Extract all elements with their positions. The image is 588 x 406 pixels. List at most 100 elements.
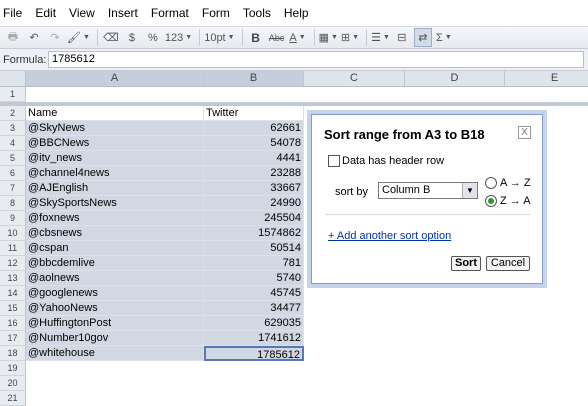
print-icon[interactable]: 🖶	[4, 28, 22, 47]
row-header[interactable]: 13	[0, 271, 26, 286]
cell-name[interactable]: @AJEnglish	[26, 181, 204, 196]
row-header[interactable]: 1	[0, 87, 26, 102]
header-cell-twitter[interactable]: Twitter	[204, 106, 304, 121]
checkbox-icon[interactable]	[328, 155, 340, 167]
row-header[interactable]: 14	[0, 286, 26, 301]
cell-name[interactable]: @bbcdemlive	[26, 256, 204, 271]
row-header[interactable]: 16	[0, 316, 26, 331]
currency-button[interactable]: $	[123, 28, 141, 47]
cell-name[interactable]: @channel4news	[26, 166, 204, 181]
font-size-button[interactable]: 10pt ▼	[204, 28, 234, 47]
row-header[interactable]: 5	[0, 151, 26, 166]
percent-button[interactable]: %	[144, 28, 162, 47]
clear-format-icon[interactable]: ⌫	[102, 28, 120, 47]
menu-tools[interactable]: Tools	[243, 6, 271, 20]
cell-twitter[interactable]: 5740	[204, 271, 304, 286]
cell-twitter[interactable]: 54078	[204, 136, 304, 151]
cell-name[interactable]: @SkyNews	[26, 121, 204, 136]
sort-descending-radio[interactable]: Z → A	[485, 195, 531, 207]
row-header[interactable]: 2	[0, 106, 26, 121]
column-header-a[interactable]: A	[26, 71, 204, 87]
grid-corner[interactable]	[0, 71, 26, 87]
cell-name[interactable]: @cbsnews	[26, 226, 204, 241]
cell-name[interactable]: @BBCNews	[26, 136, 204, 151]
column-header-e[interactable]: E	[505, 71, 588, 87]
column-header-b[interactable]: B	[204, 71, 304, 87]
wrap-text-icon[interactable]: ⇄	[413, 28, 432, 47]
align-icon[interactable]: ☰ ▼	[371, 28, 390, 47]
cell-name[interactable]: @googlenews	[26, 286, 204, 301]
header-row-checkbox[interactable]: Data has header row	[328, 155, 444, 167]
background-color-icon[interactable]: ▦ ▼	[319, 28, 338, 47]
add-sort-option-link[interactable]: + Add another sort option	[328, 230, 451, 242]
text-color-button[interactable]: A ▼	[289, 28, 307, 47]
strikethrough-button[interactable]: Abc	[268, 28, 286, 47]
cell-twitter[interactable]: 23288	[204, 166, 304, 181]
cell-name[interactable]: @whitehouse	[26, 346, 204, 361]
row-header[interactable]: 20	[0, 376, 26, 391]
menu-file[interactable]: File	[3, 6, 22, 20]
header-cell-name[interactable]: Name	[26, 106, 204, 121]
row-header[interactable]: 8	[0, 196, 26, 211]
cell-name[interactable]: @aolnews	[26, 271, 204, 286]
paint-format-icon[interactable]: 🖌 ▼	[67, 28, 90, 47]
menu-form[interactable]: Form	[202, 6, 230, 20]
row-header[interactable]: 3	[0, 121, 26, 136]
row-header[interactable]: 17	[0, 331, 26, 346]
column-header-d[interactable]: D	[405, 71, 505, 87]
row-header[interactable]: 19	[0, 361, 26, 376]
menu-format[interactable]: Format	[151, 6, 189, 20]
row-header[interactable]: 6	[0, 166, 26, 181]
cell-twitter[interactable]: 45745	[204, 286, 304, 301]
radio-selected-icon[interactable]	[485, 195, 497, 207]
cell-twitter[interactable]: 629035	[204, 316, 304, 331]
cell-twitter[interactable]: 781	[204, 256, 304, 271]
sort-ascending-radio[interactable]: A → Z	[485, 177, 531, 189]
row-header[interactable]: 21	[0, 391, 26, 406]
cell-twitter[interactable]: 1741612	[204, 331, 304, 346]
sum-button[interactable]: Σ ▼	[435, 28, 453, 47]
cell-twitter[interactable]: 1574862	[204, 226, 304, 241]
cell-twitter[interactable]: 34477	[204, 301, 304, 316]
cell-twitter[interactable]: 62661	[204, 121, 304, 136]
cell-name[interactable]: @itv_news	[26, 151, 204, 166]
cell-name[interactable]: @YahooNews	[26, 301, 204, 316]
menu-help[interactable]: Help	[284, 6, 309, 20]
formula-input[interactable]: 1785612	[48, 51, 584, 68]
row-header[interactable]: 9	[0, 211, 26, 226]
merge-icon[interactable]: ⊟	[393, 28, 411, 47]
cell-name[interactable]: @cspan	[26, 241, 204, 256]
cell-twitter[interactable]: 24990	[204, 196, 304, 211]
close-icon[interactable]: X	[518, 126, 531, 139]
cancel-button[interactable]: Cancel	[486, 256, 530, 271]
menu-view[interactable]: View	[69, 6, 95, 20]
row-header[interactable]: 11	[0, 241, 26, 256]
redo-icon[interactable]: ↷	[46, 28, 64, 47]
sort-column-select[interactable]: Column B ▼	[378, 182, 478, 199]
active-cell[interactable]: 1785612	[204, 346, 304, 361]
bold-button[interactable]: B	[247, 28, 265, 47]
cell-name[interactable]: @HuffingtonPost	[26, 316, 204, 331]
column-header-c[interactable]: C	[304, 71, 405, 87]
row-header[interactable]: 18	[0, 346, 26, 361]
chevron-down-icon[interactable]: ▼	[462, 183, 477, 198]
number-format-button[interactable]: 123 ▼	[165, 28, 192, 47]
cell-twitter[interactable]: 50514	[204, 241, 304, 256]
row-header[interactable]: 12	[0, 256, 26, 271]
row-header[interactable]: 15	[0, 301, 26, 316]
cell-twitter[interactable]: 245504	[204, 211, 304, 226]
cell-name[interactable]: @SkySportsNews	[26, 196, 204, 211]
undo-icon[interactable]: ↶	[25, 28, 43, 47]
sort-button[interactable]: Sort	[451, 256, 481, 271]
cell-twitter[interactable]: 33667	[204, 181, 304, 196]
row-header[interactable]: 10	[0, 226, 26, 241]
menu-insert[interactable]: Insert	[108, 6, 138, 20]
row-header[interactable]: 7	[0, 181, 26, 196]
cell-name[interactable]: @foxnews	[26, 211, 204, 226]
menu-edit[interactable]: Edit	[35, 6, 56, 20]
borders-icon[interactable]: ⊞ ▼	[341, 28, 359, 47]
radio-icon[interactable]	[485, 177, 497, 189]
cell-name[interactable]: @Number10gov	[26, 331, 204, 346]
cell-twitter[interactable]: 4441	[204, 151, 304, 166]
row-header[interactable]: 4	[0, 136, 26, 151]
